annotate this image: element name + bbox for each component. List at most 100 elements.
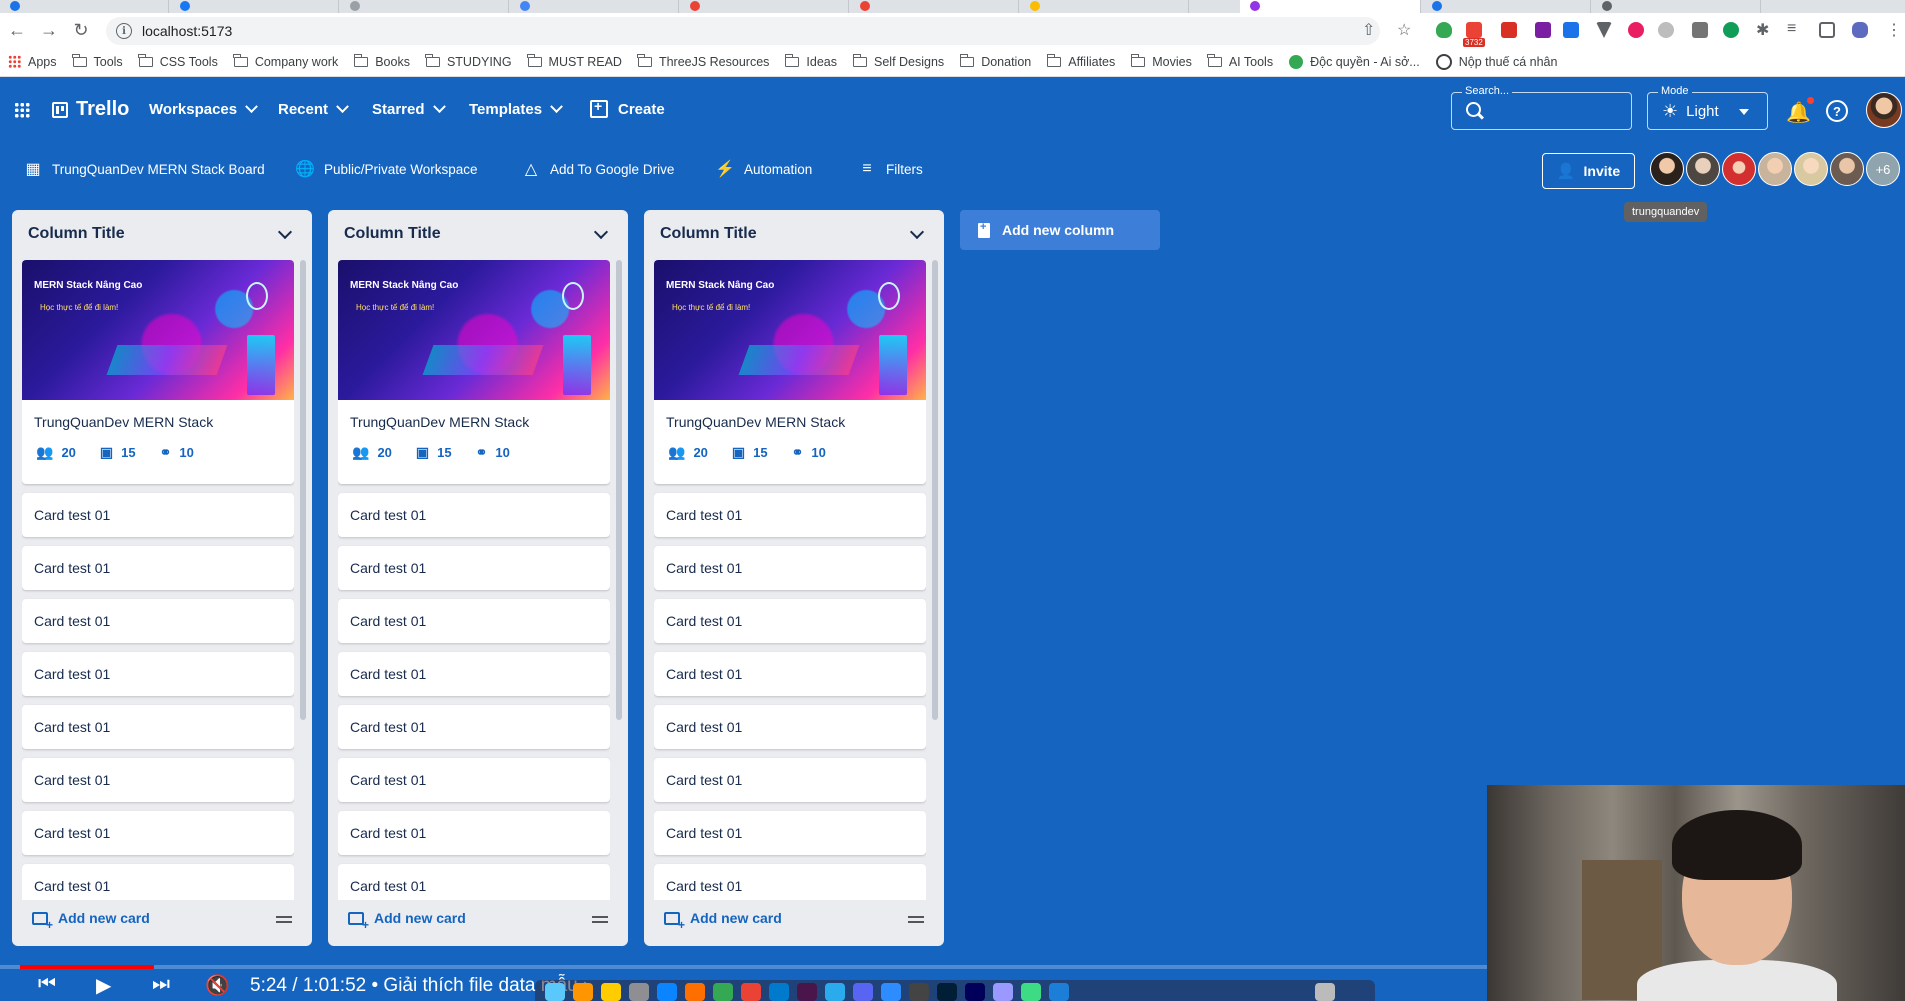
column-scrollbar[interactable] [616, 260, 622, 720]
app-icon[interactable] [573, 983, 593, 1001]
audition-icon[interactable] [965, 983, 985, 1001]
workspace-chip[interactable]: 🌐 Public/Private Workspace [295, 160, 478, 178]
card[interactable]: Card test 01 [654, 493, 926, 537]
card[interactable]: Card test 01 [22, 705, 294, 749]
bookmark-folder[interactable]: Ideas [784, 53, 837, 69]
bookmark-folder[interactable]: Donation [959, 53, 1031, 69]
card[interactable]: Card test 01 [22, 599, 294, 643]
app-icon[interactable] [993, 983, 1013, 1001]
bookmark-star-icon[interactable]: ☆ [1397, 20, 1411, 40]
member-avatar[interactable] [1830, 152, 1864, 186]
drag-handle-icon[interactable] [276, 916, 292, 923]
google-drive-chip[interactable]: △ Add To Google Drive [522, 160, 674, 178]
chrome-icon[interactable] [713, 983, 733, 1001]
avatar[interactable] [1866, 92, 1902, 128]
bookmark-folder[interactable]: Self Designs [852, 53, 944, 69]
column-scrollbar[interactable] [932, 260, 938, 720]
forward-icon[interactable]: → [36, 17, 62, 43]
shield-extension-icon[interactable] [1436, 22, 1452, 38]
browser-tab[interactable] [1422, 0, 1591, 13]
card[interactable]: Card test 01 [654, 811, 926, 855]
bookmark-folder[interactable]: Books [353, 53, 410, 69]
extension-icon[interactable] [1723, 22, 1739, 38]
extension-icon[interactable] [1535, 22, 1551, 38]
bookmark-folder[interactable]: STUDYING [425, 53, 512, 69]
bookmark-folder[interactable]: Affiliates [1046, 53, 1115, 69]
extension-icon[interactable] [1628, 22, 1644, 38]
member-avatar[interactable] [1722, 152, 1756, 186]
address-bar-url[interactable]: localhost:5173 [142, 23, 232, 39]
column-title[interactable]: Column Title [344, 225, 441, 243]
create-button[interactable]: Create [590, 98, 665, 118]
card[interactable]: Card test 01 [338, 705, 610, 749]
extension-icon[interactable] [1692, 22, 1708, 38]
photoshop-icon[interactable] [937, 983, 957, 1001]
extension-icon[interactable] [1501, 22, 1517, 38]
browser-tab[interactable] [680, 0, 849, 13]
add-column-button[interactable]: Add new column [960, 210, 1160, 250]
column-scrollbar[interactable] [300, 260, 306, 720]
board-column[interactable]: Column Title MERN Stack Nâng Cao Học thự… [328, 210, 628, 946]
card[interactable]: Card test 01 [654, 758, 926, 802]
card[interactable]: Card test 01 [22, 546, 294, 590]
previous-icon[interactable]: ⏮ [38, 973, 56, 996]
puzzle-extensions-icon[interactable]: ✱ [1756, 20, 1769, 40]
notes-icon[interactable] [601, 983, 621, 1001]
card[interactable]: Card test 01 [338, 599, 610, 643]
profile-extension-icon[interactable] [1852, 22, 1868, 38]
vscode-icon[interactable] [769, 983, 789, 1001]
card[interactable]: Card test 01 [338, 493, 610, 537]
member-avatar[interactable] [1650, 152, 1684, 186]
browser-tab[interactable] [850, 0, 1019, 13]
drag-handle-icon[interactable] [592, 916, 608, 923]
feature-card[interactable]: MERN Stack Nâng Cao Học thực tế để đi là… [338, 260, 610, 484]
column-title[interactable]: Column Title [660, 225, 757, 243]
next-icon[interactable]: ⏭ [152, 973, 170, 996]
translate-extension-icon[interactable] [1563, 22, 1579, 38]
card[interactable]: Card test 01 [22, 811, 294, 855]
card[interactable]: Card test 01 [654, 864, 926, 900]
side-panel-icon[interactable] [1819, 22, 1835, 38]
browser-menu-icon[interactable]: ⋮ [1886, 20, 1902, 40]
card[interactable]: Card test 01 [22, 493, 294, 537]
browser-tab[interactable] [170, 0, 339, 13]
finder-icon[interactable] [545, 983, 565, 1001]
bookmark-folder[interactable]: Tools [72, 53, 123, 69]
bookmark-apps[interactable]: Apps [8, 55, 57, 69]
bookmark-link[interactable]: Nộp thuế cá nhân [1435, 53, 1557, 70]
search-input[interactable]: Search... [1451, 85, 1632, 130]
play-icon[interactable]: ▶ [96, 973, 111, 998]
add-card-button[interactable]: Add new card [32, 910, 150, 932]
menu-workspaces[interactable]: Workspaces [149, 100, 258, 118]
safari-icon[interactable] [657, 983, 677, 1001]
card[interactable]: Card test 01 [338, 758, 610, 802]
browser-tab[interactable] [1592, 0, 1761, 13]
apps-menu-icon[interactable] [14, 102, 30, 118]
address-bar[interactable]: i localhost:5173 [106, 17, 1380, 45]
filters-chip[interactable]: ≡ Filters [858, 160, 922, 178]
notifications-bell-icon[interactable]: 🔔 [1786, 97, 1814, 125]
back-icon[interactable]: ← [4, 17, 30, 43]
board-column[interactable]: Column Title MERN Stack Nâng Cao Học thự… [12, 210, 312, 946]
card[interactable]: Card test 01 [22, 864, 294, 900]
browser-tab[interactable] [510, 0, 679, 13]
trello-logo[interactable]: Trello [52, 98, 129, 121]
card[interactable]: Card test 01 [22, 652, 294, 696]
automation-chip[interactable]: ⚡ Automation [715, 160, 812, 178]
bookmark-link[interactable]: Độc quyền - Ai sở... [1289, 54, 1420, 69]
reading-list-icon[interactable]: ≡ [1787, 20, 1796, 38]
column-title[interactable]: Column Title [28, 225, 125, 243]
share-icon[interactable]: ⇧ [1362, 20, 1375, 40]
help-icon[interactable]: ? [1826, 100, 1848, 122]
menu-templates[interactable]: Templates [469, 100, 563, 118]
menu-starred[interactable]: Starred [372, 100, 446, 118]
app-icon[interactable] [853, 983, 873, 1001]
app-icon[interactable] [629, 983, 649, 1001]
bookmark-folder[interactable]: Company work [233, 53, 338, 69]
card[interactable]: Card test 01 [654, 705, 926, 749]
telegram-icon[interactable] [825, 983, 845, 1001]
slack-icon[interactable] [797, 983, 817, 1001]
reload-icon[interactable]: ↻ [68, 17, 94, 43]
card[interactable]: Card test 01 [338, 546, 610, 590]
card[interactable]: Card test 01 [654, 546, 926, 590]
